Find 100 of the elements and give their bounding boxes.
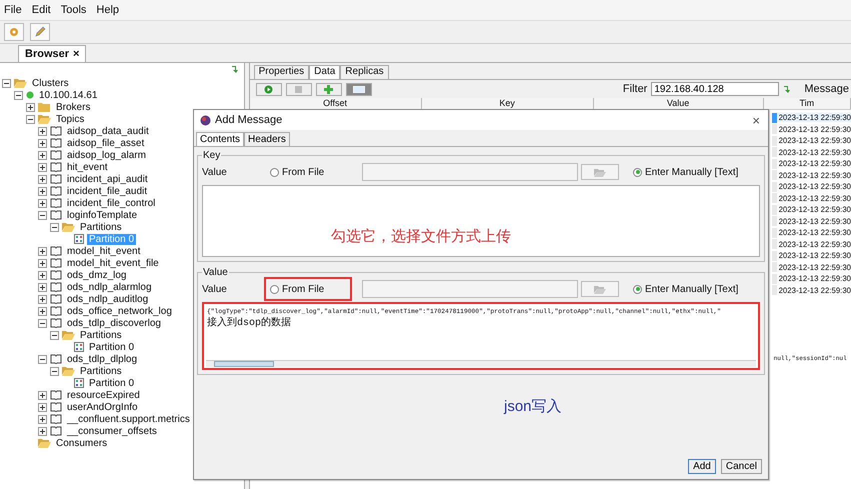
row-marker[interactable] — [772, 204, 777, 215]
minus-icon[interactable] — [2, 78, 11, 88]
plus-icon[interactable] — [38, 198, 47, 208]
tree-item[interactable]: incident_file_audit — [65, 186, 150, 196]
minus-icon[interactable] — [50, 222, 59, 232]
row-marker[interactable] — [772, 274, 777, 284]
row-marker[interactable] — [772, 124, 777, 134]
value-text-area[interactable] — [202, 185, 760, 257]
plus-icon[interactable] — [38, 246, 47, 256]
plus-icon[interactable] — [38, 426, 47, 436]
tree-item[interactable]: ods_ndlp_alarmlog — [65, 282, 154, 292]
minus-icon[interactable] — [50, 330, 59, 340]
plus-icon[interactable] — [38, 150, 47, 160]
dialog-tab[interactable]: Contents — [196, 132, 244, 146]
tree-item[interactable]: __confluent.support.metrics — [65, 414, 192, 424]
plus-icon[interactable] — [38, 138, 47, 148]
tree-item[interactable]: __consumer_offsets — [65, 426, 159, 436]
tree-item[interactable]: Partitions — [78, 330, 124, 340]
tree-item[interactable]: aidsop_file_asset — [65, 138, 146, 148]
tree-item[interactable]: userAndOrgInfo — [65, 402, 140, 412]
connect-button[interactable] — [4, 23, 24, 41]
tree-item[interactable]: ods_tdlp_dlplog — [65, 354, 140, 364]
plus-icon[interactable] — [38, 402, 47, 412]
minus-icon[interactable] — [38, 318, 47, 328]
row-marker[interactable] — [772, 216, 777, 226]
tree-item[interactable]: 10.100.14.61 — [37, 90, 100, 100]
tree-item[interactable]: Topics — [54, 114, 86, 124]
row-marker[interactable] — [772, 239, 777, 250]
row-marker[interactable] — [772, 285, 777, 296]
menu-item[interactable]: Help — [96, 4, 120, 16]
plus-icon[interactable] — [38, 414, 47, 424]
tree-item[interactable]: Partition 0 — [87, 378, 136, 388]
plus-icon[interactable] — [38, 174, 47, 184]
tree-item[interactable]: Clusters — [30, 78, 71, 88]
stop-button[interactable] — [286, 82, 312, 96]
detail-tab[interactable]: Properties — [254, 65, 310, 79]
detail-tab[interactable]: Data — [309, 65, 340, 79]
row-marker[interactable] — [772, 136, 777, 146]
play-button[interactable] — [256, 82, 282, 96]
row-marker[interactable] — [772, 262, 777, 272]
tree-item[interactable]: ods_dmz_log — [65, 270, 128, 280]
menu-item[interactable]: Edit — [32, 4, 51, 16]
plus-icon[interactable] — [38, 294, 47, 304]
tree-item[interactable]: model_hit_event_file — [65, 258, 161, 268]
tree-item[interactable]: ods_ndlp_auditlog — [65, 294, 150, 304]
plus-icon[interactable] — [38, 258, 47, 268]
tree-item[interactable]: Consumers — [54, 438, 110, 448]
tree-item[interactable]: Brokers — [54, 102, 92, 112]
tree-item[interactable]: incident_api_audit — [65, 174, 150, 184]
tree-item[interactable]: loginfoTemplate — [65, 210, 140, 220]
browser-tab[interactable]: Browser × — [18, 45, 86, 62]
detail-tab[interactable]: Replicas — [340, 65, 389, 79]
tree-item[interactable]: hit_event — [65, 162, 110, 172]
tree-item[interactable]: Partitions — [78, 366, 124, 376]
manual-radio[interactable]: Enter Manually [Text] — [627, 160, 748, 184]
row-marker[interactable] — [772, 170, 777, 180]
message-button[interactable] — [346, 82, 372, 96]
tree-item[interactable]: ods_tdlp_discoverlog — [65, 318, 163, 328]
minus-icon[interactable] — [38, 354, 47, 364]
menu-item[interactable]: File — [4, 4, 22, 16]
plus-icon[interactable] — [38, 126, 47, 136]
add-button[interactable]: Add — [688, 459, 716, 474]
tree-item[interactable]: aidsop_log_alarm — [65, 150, 148, 160]
minus-icon[interactable] — [14, 90, 23, 100]
plus-icon[interactable] — [38, 390, 47, 400]
from-file-radio[interactable]: From File — [264, 160, 352, 184]
tree-item[interactable]: resourceExpired — [65, 390, 142, 400]
tree-item[interactable]: ods_office_network_log — [65, 306, 174, 316]
minus-icon[interactable] — [50, 366, 59, 376]
tree-item[interactable]: Partition 0 — [87, 342, 136, 352]
tree-item[interactable]: aidsop_data_audit — [65, 126, 151, 136]
cancel-button[interactable]: Cancel — [720, 459, 762, 474]
plus-icon[interactable] — [38, 270, 47, 280]
minus-icon[interactable] — [38, 210, 47, 220]
plus-icon[interactable] — [38, 186, 47, 196]
add-button[interactable] — [316, 82, 342, 96]
close-button[interactable]: × — [750, 112, 762, 128]
row-marker[interactable] — [772, 193, 777, 204]
row-marker[interactable] — [772, 158, 777, 169]
dialog-tab[interactable]: Headers — [244, 132, 290, 146]
row-marker[interactable] — [772, 112, 777, 123]
plus-icon[interactable] — [26, 102, 35, 112]
plus-icon[interactable] — [38, 162, 47, 172]
tree-item[interactable]: model_hit_event — [65, 246, 142, 256]
row-marker[interactable] — [772, 147, 777, 158]
tree-item[interactable]: incident_file_control — [65, 198, 158, 208]
plus-icon[interactable] — [38, 282, 47, 292]
manual-radio[interactable]: Enter Manually [Text] — [627, 277, 748, 301]
menu-item[interactable]: Tools — [60, 4, 86, 16]
refresh-arrow-icon[interactable] — [783, 84, 792, 94]
filter-field[interactable]: 192.168.40.128 — [651, 82, 780, 96]
plus-icon[interactable] — [38, 306, 47, 316]
scrollbar[interactable] — [206, 360, 756, 367]
row-marker[interactable] — [772, 228, 777, 238]
row-marker[interactable] — [772, 250, 777, 261]
tree-item[interactable]: Partitions — [78, 222, 124, 232]
row-marker[interactable] — [772, 182, 777, 192]
refresh-arrow-icon[interactable] — [230, 65, 240, 74]
tool-button[interactable] — [30, 23, 50, 41]
minus-icon[interactable] — [26, 114, 35, 124]
